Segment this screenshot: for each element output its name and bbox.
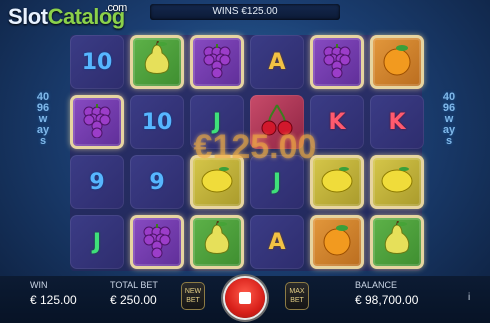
- lemon-icon: [199, 165, 235, 200]
- card-symbol-A: A: [268, 49, 286, 75]
- site-logo: SlotCatalog .com: [8, 2, 127, 30]
- reel-cell-r3-c1: [130, 215, 184, 269]
- reel-cell-r3-c2: [190, 215, 244, 269]
- total-bet-label: TOTAL BET: [110, 280, 158, 290]
- card-symbol-J: J: [272, 169, 282, 195]
- wins-value: €125.00: [241, 6, 278, 17]
- reel-cell-r2-c1: 9: [130, 155, 184, 209]
- card-symbol-K: K: [388, 109, 406, 135]
- reel-cell-r3-c5: [370, 215, 424, 269]
- balance-stat: BALANCE € 98,700.00: [355, 280, 418, 307]
- spin-stop-button[interactable]: [225, 278, 265, 318]
- cherries-icon: [259, 103, 295, 142]
- reel-cell-r2-c4: [310, 155, 364, 209]
- win-label: WIN: [30, 280, 48, 290]
- logo-text-main: Slot: [8, 4, 48, 29]
- stop-icon: [239, 292, 251, 304]
- wins-display: WINS €125.00: [150, 4, 340, 20]
- reel-cell-r0-c3: A: [250, 35, 304, 89]
- total-bet-value: € 250.00: [110, 293, 157, 307]
- max-bet-button[interactable]: MAX BET: [285, 282, 309, 310]
- win-value: € 125.00: [30, 293, 77, 307]
- pear-icon: [200, 220, 234, 264]
- reel-cell-r1-c1: 10: [130, 95, 184, 149]
- ways-indicator-right: 4096 ways: [442, 91, 456, 147]
- grapes-icon: [139, 222, 175, 263]
- ways-indicator-left: 4096 ways: [36, 91, 50, 147]
- new-bet-button[interactable]: NEW BET: [181, 282, 205, 310]
- orange-icon: [320, 223, 354, 262]
- logo-suffix: .com: [104, 2, 127, 14]
- reel-cell-r2-c0: 9: [70, 155, 124, 209]
- card-symbol-J: J: [92, 229, 102, 255]
- total-bet-stat: TOTAL BET € 250.00: [110, 280, 158, 307]
- reel-cell-r1-c3: [250, 95, 304, 149]
- reel-cell-r0-c1: [130, 35, 184, 89]
- reel-cell-r0-c4: [310, 35, 364, 89]
- grapes-icon: [199, 42, 235, 83]
- card-symbol-10: 10: [81, 49, 113, 75]
- reel-cell-r0-c2: [190, 35, 244, 89]
- reel-cell-r1-c5: K: [370, 95, 424, 149]
- orange-icon: [380, 43, 414, 82]
- wins-label: WINS: [212, 6, 239, 17]
- reel-cell-r0-c5: [370, 35, 424, 89]
- reel-grid: 10 A 10 J K K 9 9 J J A: [70, 35, 424, 271]
- reel-cell-r3-c0: J: [70, 215, 124, 269]
- reel-cell-r1-c2: J: [190, 95, 244, 149]
- card-symbol-J: J: [212, 109, 222, 135]
- reel-cell-r3-c4: [310, 215, 364, 269]
- card-symbol-10: 10: [141, 109, 173, 135]
- info-button[interactable]: i: [468, 292, 470, 303]
- reel-cell-r3-c3: A: [250, 215, 304, 269]
- card-symbol-9: 9: [89, 169, 105, 195]
- reel-cell-r2-c2: [190, 155, 244, 209]
- balance-value: € 98,700.00: [355, 293, 419, 307]
- pear-icon: [380, 220, 414, 264]
- lemon-icon: [319, 165, 355, 200]
- card-symbol-9: 9: [149, 169, 165, 195]
- card-symbol-A: A: [268, 229, 286, 255]
- grapes-icon: [319, 42, 355, 83]
- card-symbol-K: K: [328, 109, 346, 135]
- reel-cell-r0-c0: 10: [70, 35, 124, 89]
- reel-cell-r1-c4: K: [310, 95, 364, 149]
- reel-cell-r2-c5: [370, 155, 424, 209]
- grapes-icon: [79, 102, 115, 143]
- lemon-icon: [379, 165, 415, 200]
- win-stat: WIN € 125.00: [30, 280, 77, 307]
- reel-cell-r1-c0: [70, 95, 124, 149]
- reel-cell-r2-c3: J: [250, 155, 304, 209]
- pear-icon: [140, 40, 174, 84]
- balance-label: BALANCE: [355, 280, 398, 290]
